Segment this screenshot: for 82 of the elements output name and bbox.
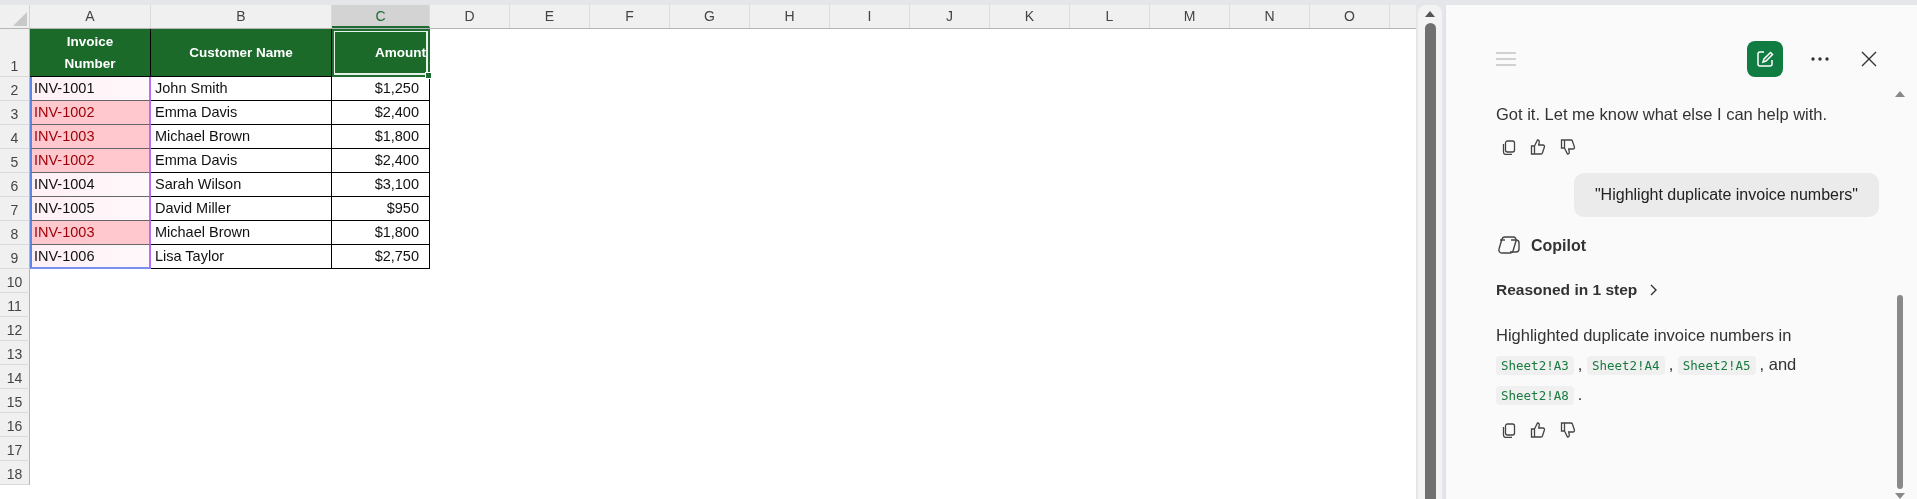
column-header[interactable]: A [30, 5, 151, 28]
row-header[interactable]: 13 [0, 341, 30, 365]
table-cell: INV-1003 [30, 125, 151, 149]
row-header[interactable]: 16 [0, 413, 30, 437]
close-icon[interactable] [1861, 51, 1877, 67]
column-header[interactable]: J [910, 5, 990, 28]
table-cell: $1,800 [332, 125, 430, 149]
row-header[interactable]: 8 [0, 221, 30, 245]
copilot-logo-icon [1496, 235, 1520, 257]
user-message: "Highlight duplicate invoice numbers" [1573, 173, 1879, 217]
row-header[interactable]: 12 [0, 317, 30, 341]
table-header-cell: Customer Name [151, 29, 332, 77]
compose-icon [1756, 50, 1774, 68]
table-cell: $2,400 [332, 101, 430, 125]
row-header[interactable]: 17 [0, 437, 30, 461]
table-cell: $1,800 [332, 221, 430, 245]
table-cell: $2,400 [332, 149, 430, 173]
more-icon[interactable] [1811, 57, 1829, 61]
row-header[interactable]: 11 [0, 293, 30, 317]
column-header[interactable]: D [430, 5, 510, 28]
table-cell: John Smith [151, 77, 332, 101]
row-header[interactable]: 9 [0, 245, 30, 269]
row-header[interactable]: 6 [0, 173, 30, 197]
column-header[interactable]: O [1310, 5, 1390, 28]
table-cell: INV-1002 [30, 101, 151, 125]
table-cell: INV-1002 [30, 149, 151, 173]
cell-reference-link[interactable]: Sheet2!A4 [1586, 356, 1665, 375]
table-cell: David Miller [151, 197, 332, 221]
row-header[interactable]: 3 [0, 101, 30, 125]
cell-reference-link[interactable]: Sheet2!A5 [1677, 356, 1756, 375]
scrollbar[interactable] [1895, 91, 1905, 499]
table-header-cell: Amount [332, 29, 430, 77]
table-header-cell: Invoice Number [30, 29, 151, 77]
row-header[interactable]: 18 [0, 461, 30, 485]
reasoning-toggle[interactable]: Reasoned in 1 step [1496, 281, 1658, 299]
thumbs-up-icon[interactable] [1530, 422, 1546, 438]
table-cell: Michael Brown [151, 125, 332, 149]
table-cell: INV-1003 [30, 221, 151, 245]
column-header[interactable]: C [332, 5, 430, 28]
assistant-message: Got it. Let me know what else I can help with. [1496, 104, 1828, 125]
table-cell: INV-1006 [30, 245, 151, 269]
scrollbar[interactable] [1418, 5, 1442, 499]
table-cell: Sarah Wilson [151, 173, 332, 197]
thumbs-down-icon[interactable] [1560, 139, 1576, 155]
row-header[interactable]: 14 [0, 365, 30, 389]
table-cell: $3,100 [332, 173, 430, 197]
column-header[interactable]: H [750, 5, 830, 28]
copy-icon[interactable] [1502, 422, 1516, 438]
table-cell: $2,750 [332, 245, 430, 269]
row-header[interactable]: 2 [0, 77, 30, 101]
chevron-right-icon [1649, 284, 1658, 296]
copy-icon[interactable] [1502, 139, 1516, 155]
table-cell: INV-1001 [30, 77, 151, 101]
thumbs-down-icon[interactable] [1560, 422, 1576, 438]
thumbs-up-icon[interactable] [1530, 139, 1546, 155]
table-cell: Lisa Taylor [151, 245, 332, 269]
column-header[interactable]: I [830, 5, 910, 28]
row-header[interactable]: 10 [0, 269, 30, 293]
row-header[interactable]: 5 [0, 149, 30, 173]
sender-name: Copilot [1531, 237, 1587, 255]
cell-reference-link[interactable]: Sheet2!A3 [1496, 356, 1574, 375]
table-cell: INV-1004 [30, 173, 151, 197]
table-cell: INV-1005 [30, 197, 151, 221]
table-cell: Emma Davis [151, 149, 332, 173]
row-header[interactable]: 15 [0, 389, 30, 413]
column-header[interactable]: L [1070, 5, 1150, 28]
row-header[interactable]: 1 [0, 29, 30, 77]
column-header[interactable]: N [1230, 5, 1310, 28]
table-cell: $950 [332, 197, 430, 221]
row-header[interactable]: 4 [0, 125, 30, 149]
column-header[interactable]: E [510, 5, 590, 28]
column-header[interactable]: F [590, 5, 670, 28]
column-header[interactable]: K [990, 5, 1070, 28]
table-cell: Michael Brown [151, 221, 332, 245]
table-cell: $1,250 [332, 77, 430, 101]
cell-reference-link[interactable]: Sheet2!A8 [1496, 386, 1574, 405]
assistant-message: Highlighted duplicate invoice numbers in Sheet2!A3 , Sheet2!A4 , Sheet2!A5 , and Sheet2!A8 . [1496, 325, 1798, 407]
column-header[interactable]: G [670, 5, 750, 28]
column-header[interactable]: M [1150, 5, 1230, 28]
table-cell: Emma Davis [151, 101, 332, 125]
new-chat-button[interactable] [1747, 41, 1783, 77]
row-header[interactable]: 7 [0, 197, 30, 221]
